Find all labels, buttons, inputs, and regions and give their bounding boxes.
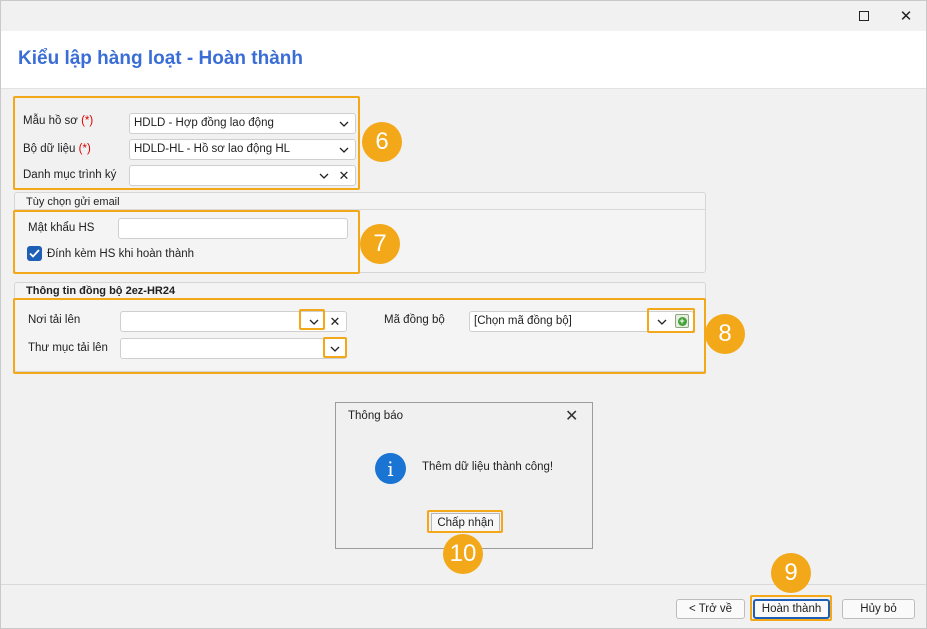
app-window: ✕ Kiểu lập hàng loạt - Hoàn thành Mẫu hồ… xyxy=(0,0,927,629)
clear-icon[interactable]: ✕ xyxy=(328,314,342,329)
chevron-down-icon[interactable] xyxy=(307,315,321,329)
page-title: Kiểu lập hàng loạt - Hoàn thành xyxy=(18,48,303,69)
dialog-close-button[interactable]: ✕ xyxy=(565,406,578,426)
callout-badge-8: 8 xyxy=(705,314,745,354)
notification-dialog: Thông báo ✕ i Thêm dữ liệu thành công! C… xyxy=(335,402,593,549)
template-label: Mẫu hồ sơ (*) xyxy=(23,115,93,127)
close-window-button[interactable]: ✕ xyxy=(886,1,926,31)
upload-folder-select[interactable] xyxy=(120,338,347,359)
upload-location-select[interactable]: ✕ xyxy=(120,311,347,332)
sync-code-value: [Chọn mã đồng bộ] xyxy=(474,315,572,327)
page-header: Kiểu lập hàng loạt - Hoàn thành xyxy=(1,31,926,89)
add-sync-code-icon[interactable]: + xyxy=(675,314,689,328)
sync-code-label: Mã đồng bộ xyxy=(384,314,445,326)
password-label: Mật khẩu HS xyxy=(28,222,95,234)
sync-title: Thông tin đồng bộ 2ez-HR24 xyxy=(26,285,176,297)
maximize-icon xyxy=(859,11,869,21)
back-button[interactable]: < Trở về xyxy=(676,599,745,619)
close-icon: ✕ xyxy=(565,408,579,425)
template-select-value: HDLD - Hợp đồng lao động xyxy=(134,117,274,129)
dialog-ok-button[interactable]: Chấp nhận xyxy=(431,513,500,533)
dialog-message: Thêm dữ liệu thành công! xyxy=(422,461,554,473)
clear-icon[interactable]: ✕ xyxy=(337,168,351,183)
callout-badge-7: 7 xyxy=(360,224,400,264)
callout-badge-10: 10 xyxy=(443,534,483,574)
dataset-label: Bộ dữ liệu (*) xyxy=(23,143,91,155)
dataset-select[interactable]: HDLD-HL - Hồ sơ lao động HL xyxy=(129,139,356,160)
close-icon: ✕ xyxy=(899,8,913,25)
maximize-button[interactable] xyxy=(844,1,884,31)
attach-checkbox[interactable] xyxy=(27,246,42,261)
required-marker: (*) xyxy=(78,143,91,155)
signing-select[interactable]: ✕ xyxy=(129,165,356,186)
info-icon: i xyxy=(375,453,406,484)
attach-label: Đính kèm HS khi hoàn thành xyxy=(47,248,195,260)
password-input[interactable] xyxy=(118,218,348,239)
dialog-title: Thông báo xyxy=(348,410,403,422)
chevron-down-icon[interactable] xyxy=(317,169,331,183)
required-marker: (*) xyxy=(81,115,94,127)
plus-icon: + xyxy=(677,315,687,326)
signing-label: Danh mục trình ký xyxy=(23,169,117,181)
dataset-select-value: HDLD-HL - Hồ sơ lao động HL xyxy=(134,143,291,155)
upload-folder-label: Thư mục tải lên xyxy=(28,342,108,354)
chevron-down-icon[interactable] xyxy=(337,117,351,131)
template-label-text: Mẫu hồ sơ xyxy=(23,115,78,127)
chevron-down-icon[interactable] xyxy=(328,342,342,356)
cancel-button[interactable]: Hủy bỏ xyxy=(842,599,915,619)
finish-button[interactable]: Hoàn thành xyxy=(753,599,830,619)
title-bar: ✕ xyxy=(1,1,926,31)
template-select[interactable]: HDLD - Hợp đồng lao động xyxy=(129,113,356,134)
sync-code-select[interactable]: [Chọn mã đồng bộ] + xyxy=(469,311,694,332)
dataset-label-text: Bộ dữ liệu xyxy=(23,143,76,155)
callout-badge-6: 6 xyxy=(362,122,402,162)
callout-badge-9: 9 xyxy=(771,553,811,593)
chevron-down-icon[interactable] xyxy=(337,143,351,157)
email-options-title: Tùy chọn gửi email xyxy=(26,196,120,208)
upload-location-label: Nơi tải lên xyxy=(28,314,81,326)
chevron-down-icon[interactable] xyxy=(655,315,669,329)
